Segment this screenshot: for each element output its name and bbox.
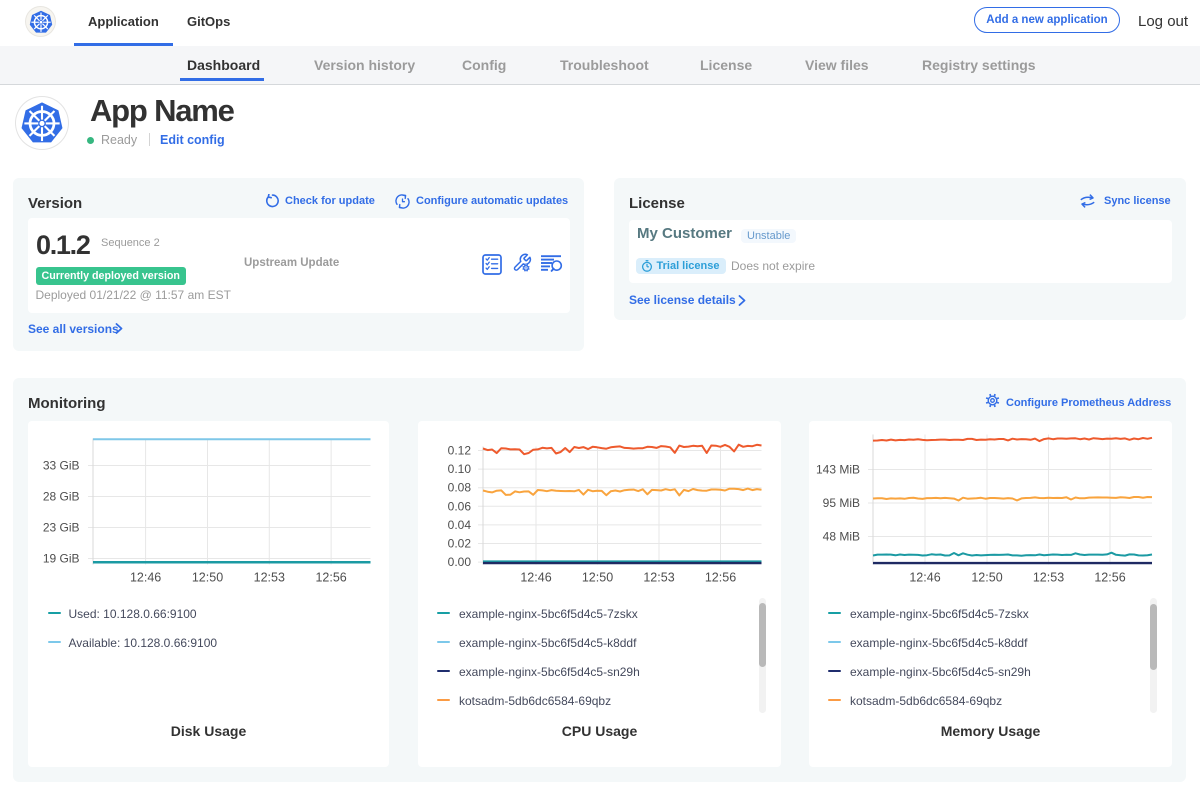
- svg-text:12:50: 12:50: [971, 570, 1002, 584]
- svg-text:0.02: 0.02: [448, 536, 472, 550]
- svg-text:12:53: 12:53: [1033, 570, 1064, 584]
- svg-text:48 MiB: 48 MiB: [823, 529, 860, 543]
- svg-text:12:46: 12:46: [909, 570, 940, 584]
- svg-text:12:46: 12:46: [130, 570, 161, 584]
- svg-text:28 GiB: 28 GiB: [43, 489, 80, 503]
- svg-text:12:56: 12:56: [315, 570, 346, 584]
- svg-text:143 MiB: 143 MiB: [816, 462, 860, 476]
- svg-text:12:53: 12:53: [643, 570, 674, 584]
- svg-text:0.12: 0.12: [448, 443, 472, 457]
- svg-text:0.00: 0.00: [448, 555, 472, 569]
- svg-text:33 GiB: 33 GiB: [43, 458, 80, 472]
- svg-text:12:50: 12:50: [192, 570, 223, 584]
- svg-text:0.10: 0.10: [448, 462, 472, 476]
- svg-text:0.06: 0.06: [448, 499, 472, 513]
- svg-text:12:46: 12:46: [520, 570, 551, 584]
- svg-text:95 MiB: 95 MiB: [823, 496, 860, 510]
- svg-text:0.08: 0.08: [448, 480, 472, 494]
- svg-text:12:53: 12:53: [254, 570, 285, 584]
- svg-text:23 GiB: 23 GiB: [43, 520, 80, 534]
- svg-text:12:50: 12:50: [582, 570, 613, 584]
- svg-text:0.04: 0.04: [448, 517, 472, 531]
- svg-text:12:56: 12:56: [705, 570, 736, 584]
- svg-text:19 GiB: 19 GiB: [43, 551, 80, 565]
- svg-text:12:56: 12:56: [1094, 570, 1125, 584]
